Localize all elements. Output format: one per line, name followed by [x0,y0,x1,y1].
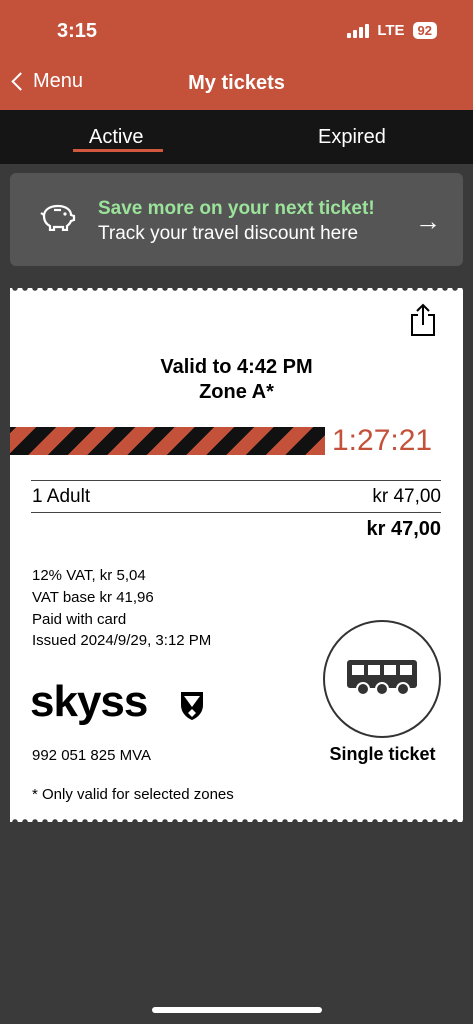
divider [31,480,441,481]
signal-icon [347,23,370,38]
tab-bar: Active Expired [0,110,473,164]
skyss-logo: skyss [30,677,148,726]
payment-text: Paid with card [32,611,127,628]
share-icon[interactable] [410,303,436,337]
tab-expired[interactable]: Expired [318,126,386,149]
zone-text: Zone A* [199,381,274,403]
promo-subtitle: Track your travel discount here [98,223,359,244]
zone-footnote: * Only valid for selected zones [32,786,234,803]
ticket-type-label: Single ticket [329,744,436,764]
passenger-price: kr 47,00 [372,486,441,507]
status-indicators: LTE 92 [347,22,437,39]
home-indicator[interactable] [152,1007,322,1013]
status-time: 3:15 [57,20,98,42]
tab-active[interactable]: Active [89,126,143,149]
page-title: My tickets [188,72,285,94]
active-tab-indicator [73,149,163,152]
arrow-right-icon: → [415,206,441,236]
valid-to-text: Valid to 4:42 PM [160,356,313,378]
org-number: 992 051 825 MVA [32,747,151,764]
shield-logo-icon [181,692,203,720]
vat-base-text: VAT base kr 41,96 [32,589,154,606]
bus-icon [347,660,417,696]
issued-text: Issued 2024/9/29, 3:12 PM [32,632,212,649]
battery-icon: 92 [412,22,437,39]
ticket-card: Valid to 4:42 PM Zone A* 1:27:21 1 Adult… [10,285,463,825]
total-price: kr 47,00 [366,518,441,540]
piggy-bank-icon [40,204,76,231]
vat-text: 12% VAT, kr 5,04 [32,567,146,584]
promo-title: Save more on your next ticket! [98,198,375,219]
ticket-perforation-bottom [10,819,463,825]
ticket-perforation-top [10,285,463,291]
animated-validity-stripe [10,427,325,455]
discount-banner[interactable]: Save more on your next ticket! Track you… [10,173,463,266]
divider [31,512,441,513]
network-label: LTE [377,22,405,39]
passenger-line: 1 Adult [32,486,91,507]
countdown-timer: 1:27:21 [332,424,433,457]
ticket-type-badge [323,620,441,738]
header: 3:15 LTE 92 Menu My tickets [0,0,473,110]
